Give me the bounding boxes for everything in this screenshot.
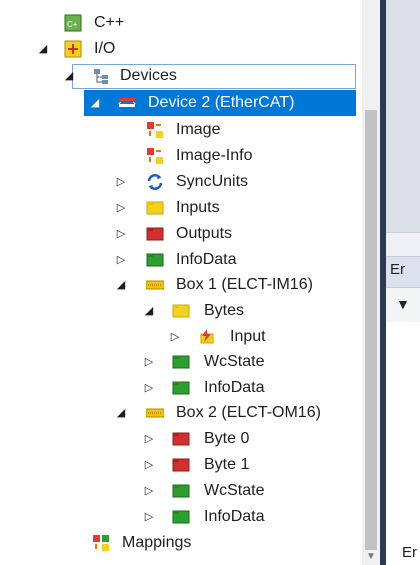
collapsed-arrow-icon[interactable]: ▷ bbox=[144, 349, 154, 375]
tree-item-label: Mappings bbox=[122, 534, 192, 551]
tree-item-infodata[interactable]: ▷ InfoData bbox=[0, 247, 360, 273]
collapsed-arrow-icon[interactable]: ▷ bbox=[144, 375, 154, 401]
tree-item-label: Image bbox=[176, 121, 221, 138]
tree-item-image-info[interactable]: Image-Info bbox=[0, 143, 360, 169]
tree-item-inputs[interactable]: ▷ Inputs bbox=[0, 195, 360, 221]
scroll-down-arrow-icon[interactable]: ▼ bbox=[362, 549, 380, 565]
collapsed-arrow-icon[interactable]: ▷ bbox=[144, 426, 154, 452]
inputs-folder-icon bbox=[146, 199, 164, 217]
collapsed-arrow-icon[interactable]: ▷ bbox=[116, 195, 126, 221]
collapsed-arrow-icon[interactable]: ▷ bbox=[116, 221, 126, 247]
tree-item-label: Byte 0 bbox=[204, 430, 250, 447]
tree-item-io[interactable]: ◢ I/O bbox=[0, 36, 360, 62]
tree-item-input[interactable]: ▷ Input bbox=[0, 324, 360, 350]
tree-item-device-2[interactable]: ◢ Device 2 (EtherCAT) bbox=[0, 90, 360, 116]
tree-item-label: Box 2 (ELCT-OM16) bbox=[176, 404, 321, 421]
right-panel-tab-strip bbox=[386, 232, 420, 257]
ethercat-device-icon bbox=[118, 94, 136, 112]
tree-item-label: Bytes bbox=[204, 302, 245, 319]
tree-item-label: InfoData bbox=[204, 508, 265, 525]
right-panel-title: Er bbox=[390, 261, 405, 278]
infodata-icon bbox=[146, 251, 164, 269]
infodata-icon bbox=[172, 379, 190, 397]
box-icon bbox=[145, 404, 165, 422]
expanded-arrow-icon[interactable]: ◢ bbox=[116, 272, 126, 298]
collapsed-arrow-icon[interactable]: ▷ bbox=[144, 504, 154, 530]
tree-item-image[interactable]: Image bbox=[0, 117, 360, 143]
image-info-icon bbox=[146, 147, 164, 165]
tree-item-label: InfoData bbox=[176, 251, 237, 268]
tree-item-label: Inputs bbox=[176, 199, 220, 216]
outputs-folder-icon bbox=[146, 225, 164, 243]
right-panel-bottom-label: Er bbox=[402, 544, 417, 561]
mappings-icon bbox=[92, 534, 110, 552]
right-panel-toolbar: ▼ bbox=[386, 288, 420, 322]
tree-item-label: Device 2 (EtherCAT) bbox=[148, 94, 295, 111]
tree-item-label: WcState bbox=[204, 482, 265, 499]
box-icon bbox=[145, 276, 165, 294]
tree-item-label: Devices bbox=[120, 67, 177, 84]
right-panel-background bbox=[386, 0, 420, 232]
tree-item-box-1[interactable]: ◢ Box 1 (ELCT-IM16) bbox=[0, 272, 360, 298]
tree-item-infodata[interactable]: ▷ InfoData bbox=[0, 504, 360, 530]
input-variable-icon bbox=[198, 328, 216, 346]
collapsed-arrow-icon[interactable]: ▷ bbox=[170, 324, 180, 350]
io-icon bbox=[64, 40, 82, 58]
infodata-icon bbox=[172, 508, 190, 526]
expanded-arrow-icon[interactable]: ◢ bbox=[144, 298, 154, 324]
tree-item-mappings[interactable]: Mappings bbox=[0, 530, 360, 556]
tree-item-byte-0[interactable]: ▷ Byte 0 bbox=[0, 426, 360, 452]
tree-item-label: Byte 1 bbox=[204, 456, 250, 473]
tree-item-label: SyncUnits bbox=[176, 173, 249, 190]
tree-item-label: InfoData bbox=[204, 379, 265, 396]
expanded-arrow-icon[interactable]: ◢ bbox=[90, 90, 100, 116]
tree-item-devices[interactable]: ◢ Devices bbox=[0, 63, 360, 89]
collapsed-arrow-icon[interactable]: ▷ bbox=[144, 478, 154, 504]
filter-icon[interactable]: ▼ bbox=[396, 296, 410, 312]
tree-item-outputs[interactable]: ▷ Outputs bbox=[0, 221, 360, 247]
cpp-icon: C+ bbox=[64, 14, 82, 32]
expanded-arrow-icon[interactable]: ◢ bbox=[64, 63, 74, 89]
expanded-arrow-icon[interactable]: ◢ bbox=[116, 400, 126, 426]
collapsed-arrow-icon[interactable]: ▷ bbox=[116, 247, 126, 273]
collapsed-arrow-icon[interactable]: ▷ bbox=[116, 169, 126, 195]
tree-item-label: WcState bbox=[204, 353, 265, 370]
tree-item-label: Outputs bbox=[176, 225, 233, 242]
tree-item-label: I/O bbox=[94, 40, 116, 57]
bytes-folder-icon bbox=[172, 302, 190, 320]
devices-icon bbox=[92, 67, 110, 85]
tree-item-cpp[interactable]: C+ C++ bbox=[0, 10, 360, 36]
solution-tree: C+ C++ ◢ I/O ◢ Devices ◢ Device 2 (Ether… bbox=[0, 0, 362, 565]
tree-item-wcstate[interactable]: ▷ WcState bbox=[0, 349, 360, 375]
wcstate-icon bbox=[172, 353, 190, 371]
right-panel-header[interactable]: Er bbox=[386, 256, 420, 288]
byte-output-icon bbox=[172, 430, 190, 448]
image-icon bbox=[146, 121, 164, 139]
scrollbar-thumb[interactable] bbox=[365, 110, 377, 550]
svg-text:C+: C+ bbox=[67, 20, 78, 29]
tree-item-infodata[interactable]: ▷ InfoData bbox=[0, 375, 360, 401]
tree-item-label: Input bbox=[230, 328, 266, 345]
vertical-scrollbar[interactable]: ▼ bbox=[362, 0, 380, 565]
tree-item-label: Image-Info bbox=[176, 147, 253, 164]
right-panel: Er ▼ Er bbox=[386, 0, 420, 565]
tree-item-bytes[interactable]: ◢ Bytes bbox=[0, 298, 360, 324]
tree-item-label: Box 1 (ELCT-IM16) bbox=[176, 276, 313, 293]
tree-item-label: C++ bbox=[94, 14, 125, 31]
collapsed-arrow-icon[interactable]: ▷ bbox=[144, 452, 154, 478]
tree-item-wcstate[interactable]: ▷ WcState bbox=[0, 478, 360, 504]
wcstate-icon bbox=[172, 482, 190, 500]
syncunits-icon bbox=[146, 173, 164, 191]
tree-item-box-2[interactable]: ◢ Box 2 (ELCT-OM16) bbox=[0, 400, 360, 426]
tree-item-syncunits[interactable]: ▷ SyncUnits bbox=[0, 169, 360, 195]
byte-output-icon bbox=[172, 456, 190, 474]
tree-item-byte-1[interactable]: ▷ Byte 1 bbox=[0, 452, 360, 478]
expanded-arrow-icon[interactable]: ◢ bbox=[38, 36, 48, 62]
